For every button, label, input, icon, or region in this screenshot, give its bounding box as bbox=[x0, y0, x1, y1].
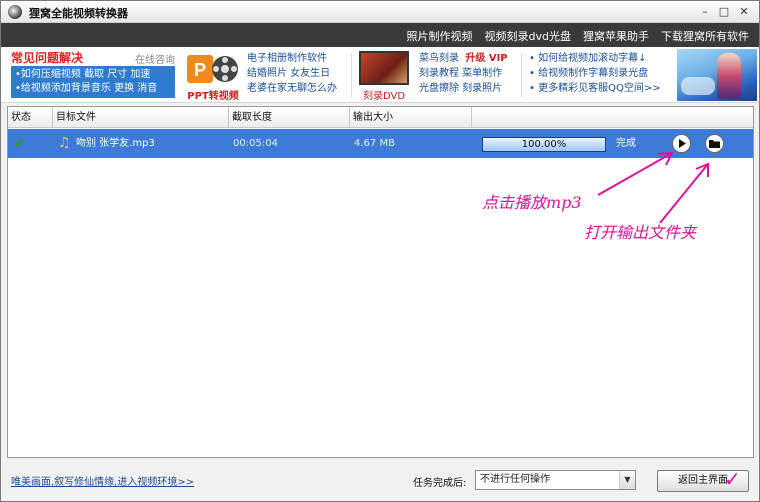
maximize-button[interactable]: □ bbox=[716, 4, 732, 20]
faq-box: 常见问题解决 在线咨询 •如何压缩视频 截取 尺寸 加速 •给视频添加背景音乐 … bbox=[11, 49, 175, 99]
ad-banner-strip: 常见问题解决 在线咨询 •如何压缩视频 截取 尺寸 加速 •给视频添加背景音乐 … bbox=[1, 47, 759, 103]
progress-text: 100.00% bbox=[521, 139, 567, 150]
music-note-icon: ♫ bbox=[58, 135, 71, 151]
online-consult-link[interactable]: 在线咨询 bbox=[135, 49, 175, 66]
after-task-value: 不进行任何操作 bbox=[480, 474, 550, 485]
ad-divider bbox=[521, 53, 522, 97]
duration-value: 00:05:04 bbox=[233, 138, 278, 149]
ad-link-erase-disc[interactable]: 光盘擦除 刻录照片 bbox=[419, 81, 508, 96]
link-photo-to-video[interactable]: 照片制作视频 bbox=[407, 28, 473, 44]
play-hint-annotation: 点击播放mp3 bbox=[482, 193, 582, 212]
svg-text:P: P bbox=[194, 60, 206, 80]
play-button[interactable] bbox=[672, 134, 691, 153]
ad-link-beginner-burn[interactable]: 菜鸟刻录 bbox=[419, 53, 459, 64]
app-logo-icon bbox=[8, 5, 22, 19]
target-file-name: 吻别 张学友.mp3 bbox=[76, 138, 155, 149]
minimize-button[interactable]: – bbox=[697, 4, 713, 20]
play-icon bbox=[679, 139, 686, 148]
burn-dvd-label[interactable]: 刻录DVD bbox=[359, 87, 409, 102]
ppt-to-video-icon[interactable]: P bbox=[185, 51, 241, 87]
chevron-down-icon: ▼ bbox=[619, 471, 635, 489]
table-row[interactable]: ✔ ♫ 吻别 张学友.mp3 00:05:04 4.67 MB 100.00% … bbox=[8, 129, 753, 158]
ad-link-subtitle-disc[interactable]: • 给视频制作字幕刻录光盘 bbox=[529, 66, 661, 81]
ad-link-more-qq[interactable]: • 更多精彩见客服QQ空间>> bbox=[529, 81, 661, 96]
dvd-thumbnail[interactable] bbox=[359, 51, 409, 85]
promo-footer-link[interactable]: 唯美画面,叙写修仙情缘,进入视频环境>> bbox=[11, 473, 194, 488]
title-bar: 狸窝全能视频转换器 – □ ✕ bbox=[1, 1, 759, 23]
column-header-target-file[interactable]: 目标文件 bbox=[53, 107, 229, 128]
ad-column-subtitles: • 如何给视频加滚动字幕↓ • 给视频制作字幕刻录光盘 • 更多精彩见客服QQ空… bbox=[529, 51, 661, 96]
ad-link-upgrade-vip[interactable]: 升级 VIP bbox=[465, 53, 507, 64]
ppt-to-video-label[interactable]: PPT转视频 bbox=[185, 87, 241, 102]
link-download-all[interactable]: 下载狸窝所有软件 bbox=[661, 28, 749, 44]
progress-bar: 100.00% bbox=[482, 137, 606, 152]
output-size-value: 4.67 MB bbox=[354, 138, 395, 149]
folder-icon bbox=[709, 140, 720, 148]
ad-column-burn: 菜鸟刻录 升级 VIP 刻录教程 菜单制作 光盘擦除 刻录照片 bbox=[419, 51, 508, 96]
annotation-checkmark: ✓ bbox=[724, 467, 741, 491]
ad-link-album[interactable]: 电子相册制作软件 bbox=[247, 51, 337, 66]
after-task-select[interactable]: 不进行任何操作 ▼ bbox=[475, 470, 636, 490]
table-header: 状态 目标文件 截取长度 输出大小 bbox=[8, 107, 753, 128]
faq-link-music[interactable]: •给视频添加背景音乐 更换 消音 bbox=[15, 82, 171, 96]
task-status-text: 完成 bbox=[616, 138, 636, 149]
ad-link-bored[interactable]: 老婆在家无聊怎么办 bbox=[247, 81, 337, 96]
column-header-status[interactable]: 状态 bbox=[8, 107, 53, 128]
column-header-progress bbox=[472, 107, 753, 128]
ad-link-wedding[interactable]: 结婚照片 女友生日 bbox=[247, 66, 337, 81]
faq-link-compress[interactable]: •如何压缩视频 截取 尺寸 加速 bbox=[15, 68, 171, 82]
folder-hint-annotation: 打开输出文件夹 bbox=[584, 223, 697, 242]
check-icon: ✔ bbox=[13, 134, 26, 152]
annotation-arrows bbox=[597, 151, 709, 224]
link-burn-dvd[interactable]: 视频刻录dvd光盘 bbox=[485, 28, 571, 44]
column-header-output-size[interactable]: 输出大小 bbox=[350, 107, 472, 128]
open-folder-button[interactable] bbox=[705, 134, 724, 153]
ad-column-album: 电子相册制作软件 结婚照片 女友生日 老婆在家无聊怎么办 bbox=[247, 51, 337, 96]
column-header-duration[interactable]: 截取长度 bbox=[229, 107, 350, 128]
game-ad-image[interactable] bbox=[677, 49, 757, 101]
faq-title: 常见问题解决 bbox=[11, 51, 84, 65]
window-title: 狸窝全能视频转换器 bbox=[29, 7, 128, 20]
ad-link-burn-tutorial[interactable]: 刻录教程 菜单制作 bbox=[419, 66, 508, 81]
close-button[interactable]: ✕ bbox=[736, 4, 752, 20]
link-apple-helper[interactable]: 狸窝苹果助手 bbox=[583, 28, 649, 44]
after-task-label: 任务完成后: bbox=[413, 478, 467, 489]
task-list-panel: 状态 目标文件 截取长度 输出大小 ✔ ♫ 吻别 张学友.mp3 00:05:0… bbox=[7, 106, 754, 458]
app-window: 狸窝全能视频转换器 – □ ✕ 照片制作视频 视频刻录dvd光盘 狸窝苹果助手 … bbox=[0, 0, 760, 502]
ad-divider bbox=[351, 53, 352, 97]
ad-link-scroll-subtitles[interactable]: • 如何给视频加滚动字幕↓ bbox=[529, 51, 661, 66]
top-link-bar: 照片制作视频 视频刻录dvd光盘 狸窝苹果助手 下载狸窝所有软件 bbox=[1, 23, 759, 47]
